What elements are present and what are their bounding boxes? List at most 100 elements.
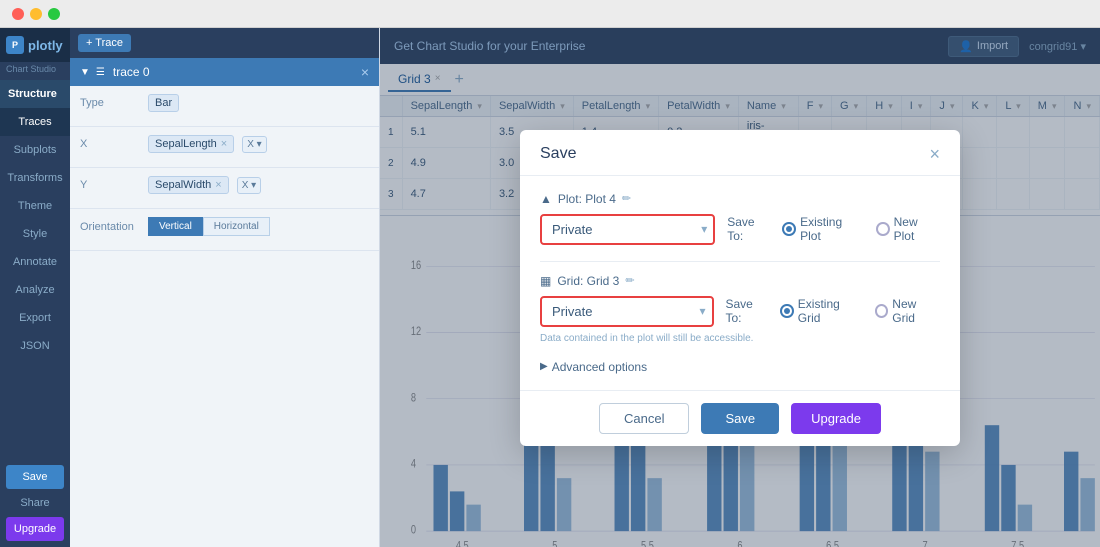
existing-grid-label: Existing Grid xyxy=(798,297,863,325)
panel-type-section: Type Bar xyxy=(70,86,379,127)
y-value-tag: SepalWidth × xyxy=(148,176,229,194)
plot-label: Plot: Plot 4 xyxy=(558,192,616,206)
minimize-traffic-light[interactable] xyxy=(30,8,42,20)
y-remove-icon[interactable]: × xyxy=(215,179,221,191)
type-value: Bar xyxy=(148,94,179,112)
sidebar-item-json[interactable]: JSON xyxy=(0,332,70,360)
advanced-options-toggle[interactable]: ▶ Advanced options xyxy=(540,360,940,374)
horizontal-orientation-button[interactable]: Horizontal xyxy=(203,217,270,236)
grid-privacy-row: Private Public Secret ▾ Save To: xyxy=(540,296,940,327)
theme-label: Theme xyxy=(18,200,52,212)
sidebar-item-transforms[interactable]: Transforms xyxy=(0,164,70,192)
export-label: Export xyxy=(19,312,51,324)
sidebar-nav: Structure Traces Subplots Transforms The… xyxy=(0,80,70,459)
grid-radio-group: Existing Grid New Grid xyxy=(780,297,940,325)
new-plot-radio-dot xyxy=(876,222,890,236)
plot-edit-icon[interactable]: ✏ xyxy=(622,192,631,205)
vertical-orientation-button[interactable]: Vertical xyxy=(148,217,203,236)
panel: + Trace ▼ ☰ trace 0 × Type Bar X SepalLe… xyxy=(70,28,380,547)
transforms-label: Transforms xyxy=(7,172,62,184)
y-axis-label: Y xyxy=(80,179,140,191)
sidebar-item-subplots[interactable]: Subplots xyxy=(0,136,70,164)
x-remove-icon[interactable]: × xyxy=(221,138,227,150)
plot-saveto: Save To: Existing Plot New Plot xyxy=(727,215,940,243)
new-grid-radio[interactable]: New Grid xyxy=(875,297,940,325)
structure-header: Structure xyxy=(0,80,70,108)
grid-section: ▦ Grid: Grid 3 ✏ Private Public Secret xyxy=(540,274,940,344)
main-content: Get Chart Studio for your Enterprise 👤 I… xyxy=(380,28,1100,547)
sidebar-item-annotate[interactable]: Annotate xyxy=(0,248,70,276)
grid-section-title: ▦ Grid: Grid 3 ✏ xyxy=(540,274,940,288)
logo-text: plotly xyxy=(28,38,63,53)
modal-header: Save × xyxy=(520,130,960,176)
sidebar-subtitle: Chart Studio xyxy=(0,62,70,80)
add-trace-button[interactable]: + Trace xyxy=(78,34,131,52)
sidebar-item-export[interactable]: Export xyxy=(0,304,70,332)
save-button[interactable]: Save xyxy=(6,465,64,489)
window-chrome xyxy=(0,0,1100,28)
traffic-lights xyxy=(12,8,60,20)
grid-saveto: Save To: Existing Grid New Grid xyxy=(726,297,941,325)
grid-label: Grid: Grid 3 xyxy=(557,274,619,288)
panel-orientation-section: Orientation Vertical Horizontal xyxy=(70,209,379,251)
plot-privacy-select[interactable]: Private Public Secret xyxy=(540,214,715,245)
orientation-buttons: Vertical Horizontal xyxy=(148,217,270,236)
existing-plot-radio-dot xyxy=(782,222,796,236)
grid-saveto-label: Save To: xyxy=(726,297,771,325)
close-traffic-light[interactable] xyxy=(12,8,24,20)
grid-privacy-select-wrapper: Private Public Secret ▾ xyxy=(540,296,714,327)
new-grid-label: New Grid xyxy=(892,297,940,325)
grid-edit-icon[interactable]: ✏ xyxy=(625,274,634,287)
logo-icon: P xyxy=(6,36,24,54)
upgrade-button[interactable]: Upgrade xyxy=(6,517,64,541)
json-label: JSON xyxy=(20,340,49,352)
sidebar: P plotly Chart Studio Structure Traces S… xyxy=(0,28,70,547)
plot-privacy-row: Private Public Secret ▾ Save To: xyxy=(540,214,940,245)
new-plot-radio[interactable]: New Plot xyxy=(876,215,940,243)
style-label: Style xyxy=(23,228,47,240)
grid-privacy-select[interactable]: Private Public Secret xyxy=(540,296,714,327)
share-button[interactable]: Share xyxy=(6,493,64,513)
panel-x-row: X SepalLength × X ▾ xyxy=(80,135,369,153)
filter-icon: ☰ xyxy=(96,67,105,78)
modal-divider xyxy=(540,261,940,262)
panel-header-left: ▼ ☰ trace 0 xyxy=(80,65,150,79)
plot-privacy-select-wrapper: Private Public Secret ▾ xyxy=(540,214,715,245)
existing-grid-radio-dot xyxy=(780,304,794,318)
plot-section-title: ▲ Plot: Plot 4 ✏ xyxy=(540,192,940,206)
sidebar-item-style[interactable]: Style xyxy=(0,220,70,248)
modal-close-button[interactable]: × xyxy=(929,144,940,165)
modal-save-button[interactable]: Save xyxy=(701,403,779,434)
panel-header: ▼ ☰ trace 0 × xyxy=(70,58,379,86)
cancel-button[interactable]: Cancel xyxy=(599,403,689,434)
panel-close-button[interactable]: × xyxy=(361,64,369,80)
advanced-label: Advanced options xyxy=(552,360,647,374)
existing-plot-radio[interactable]: Existing Plot xyxy=(782,215,864,243)
panel-y-row: Y SepalWidth × X ▾ xyxy=(80,176,369,194)
sidebar-item-analyze[interactable]: Analyze xyxy=(0,276,70,304)
plot-radio-group: Existing Plot New Plot xyxy=(782,215,940,243)
y-select[interactable]: X ▾ xyxy=(237,177,261,194)
modal-overlay: Save × ▲ Plot: Plot 4 ✏ xyxy=(380,28,1100,547)
existing-grid-radio[interactable]: Existing Grid xyxy=(780,297,863,325)
advanced-arrow-icon: ▶ xyxy=(540,361,548,372)
fullscreen-traffic-light[interactable] xyxy=(48,8,60,20)
sidebar-item-theme[interactable]: Theme xyxy=(0,192,70,220)
new-plot-label: New Plot xyxy=(894,215,940,243)
modal-upgrade-button[interactable]: Upgrade xyxy=(791,403,881,434)
panel-type-row: Type Bar xyxy=(80,94,369,112)
plot-section: ▲ Plot: Plot 4 ✏ Private Public Secret xyxy=(540,192,940,245)
panel-x-section: X SepalLength × X ▾ xyxy=(70,127,379,168)
save-modal: Save × ▲ Plot: Plot 4 ✏ xyxy=(520,130,960,446)
trace-label: trace 0 xyxy=(113,65,150,79)
panel-chevron-icon: ▼ xyxy=(80,67,90,78)
panel-orientation-row: Orientation Vertical Horizontal xyxy=(80,217,369,236)
panel-y-section: Y SepalWidth × X ▾ xyxy=(70,168,379,209)
x-axis-label: X xyxy=(80,138,140,150)
x-select[interactable]: X ▾ xyxy=(242,136,266,153)
sidebar-item-traces[interactable]: Traces xyxy=(0,108,70,136)
grid-note: Data contained in the plot will still be… xyxy=(540,333,940,344)
annotate-label: Annotate xyxy=(13,256,57,268)
analyze-label: Analyze xyxy=(15,284,54,296)
orientation-label: Orientation xyxy=(80,221,140,233)
